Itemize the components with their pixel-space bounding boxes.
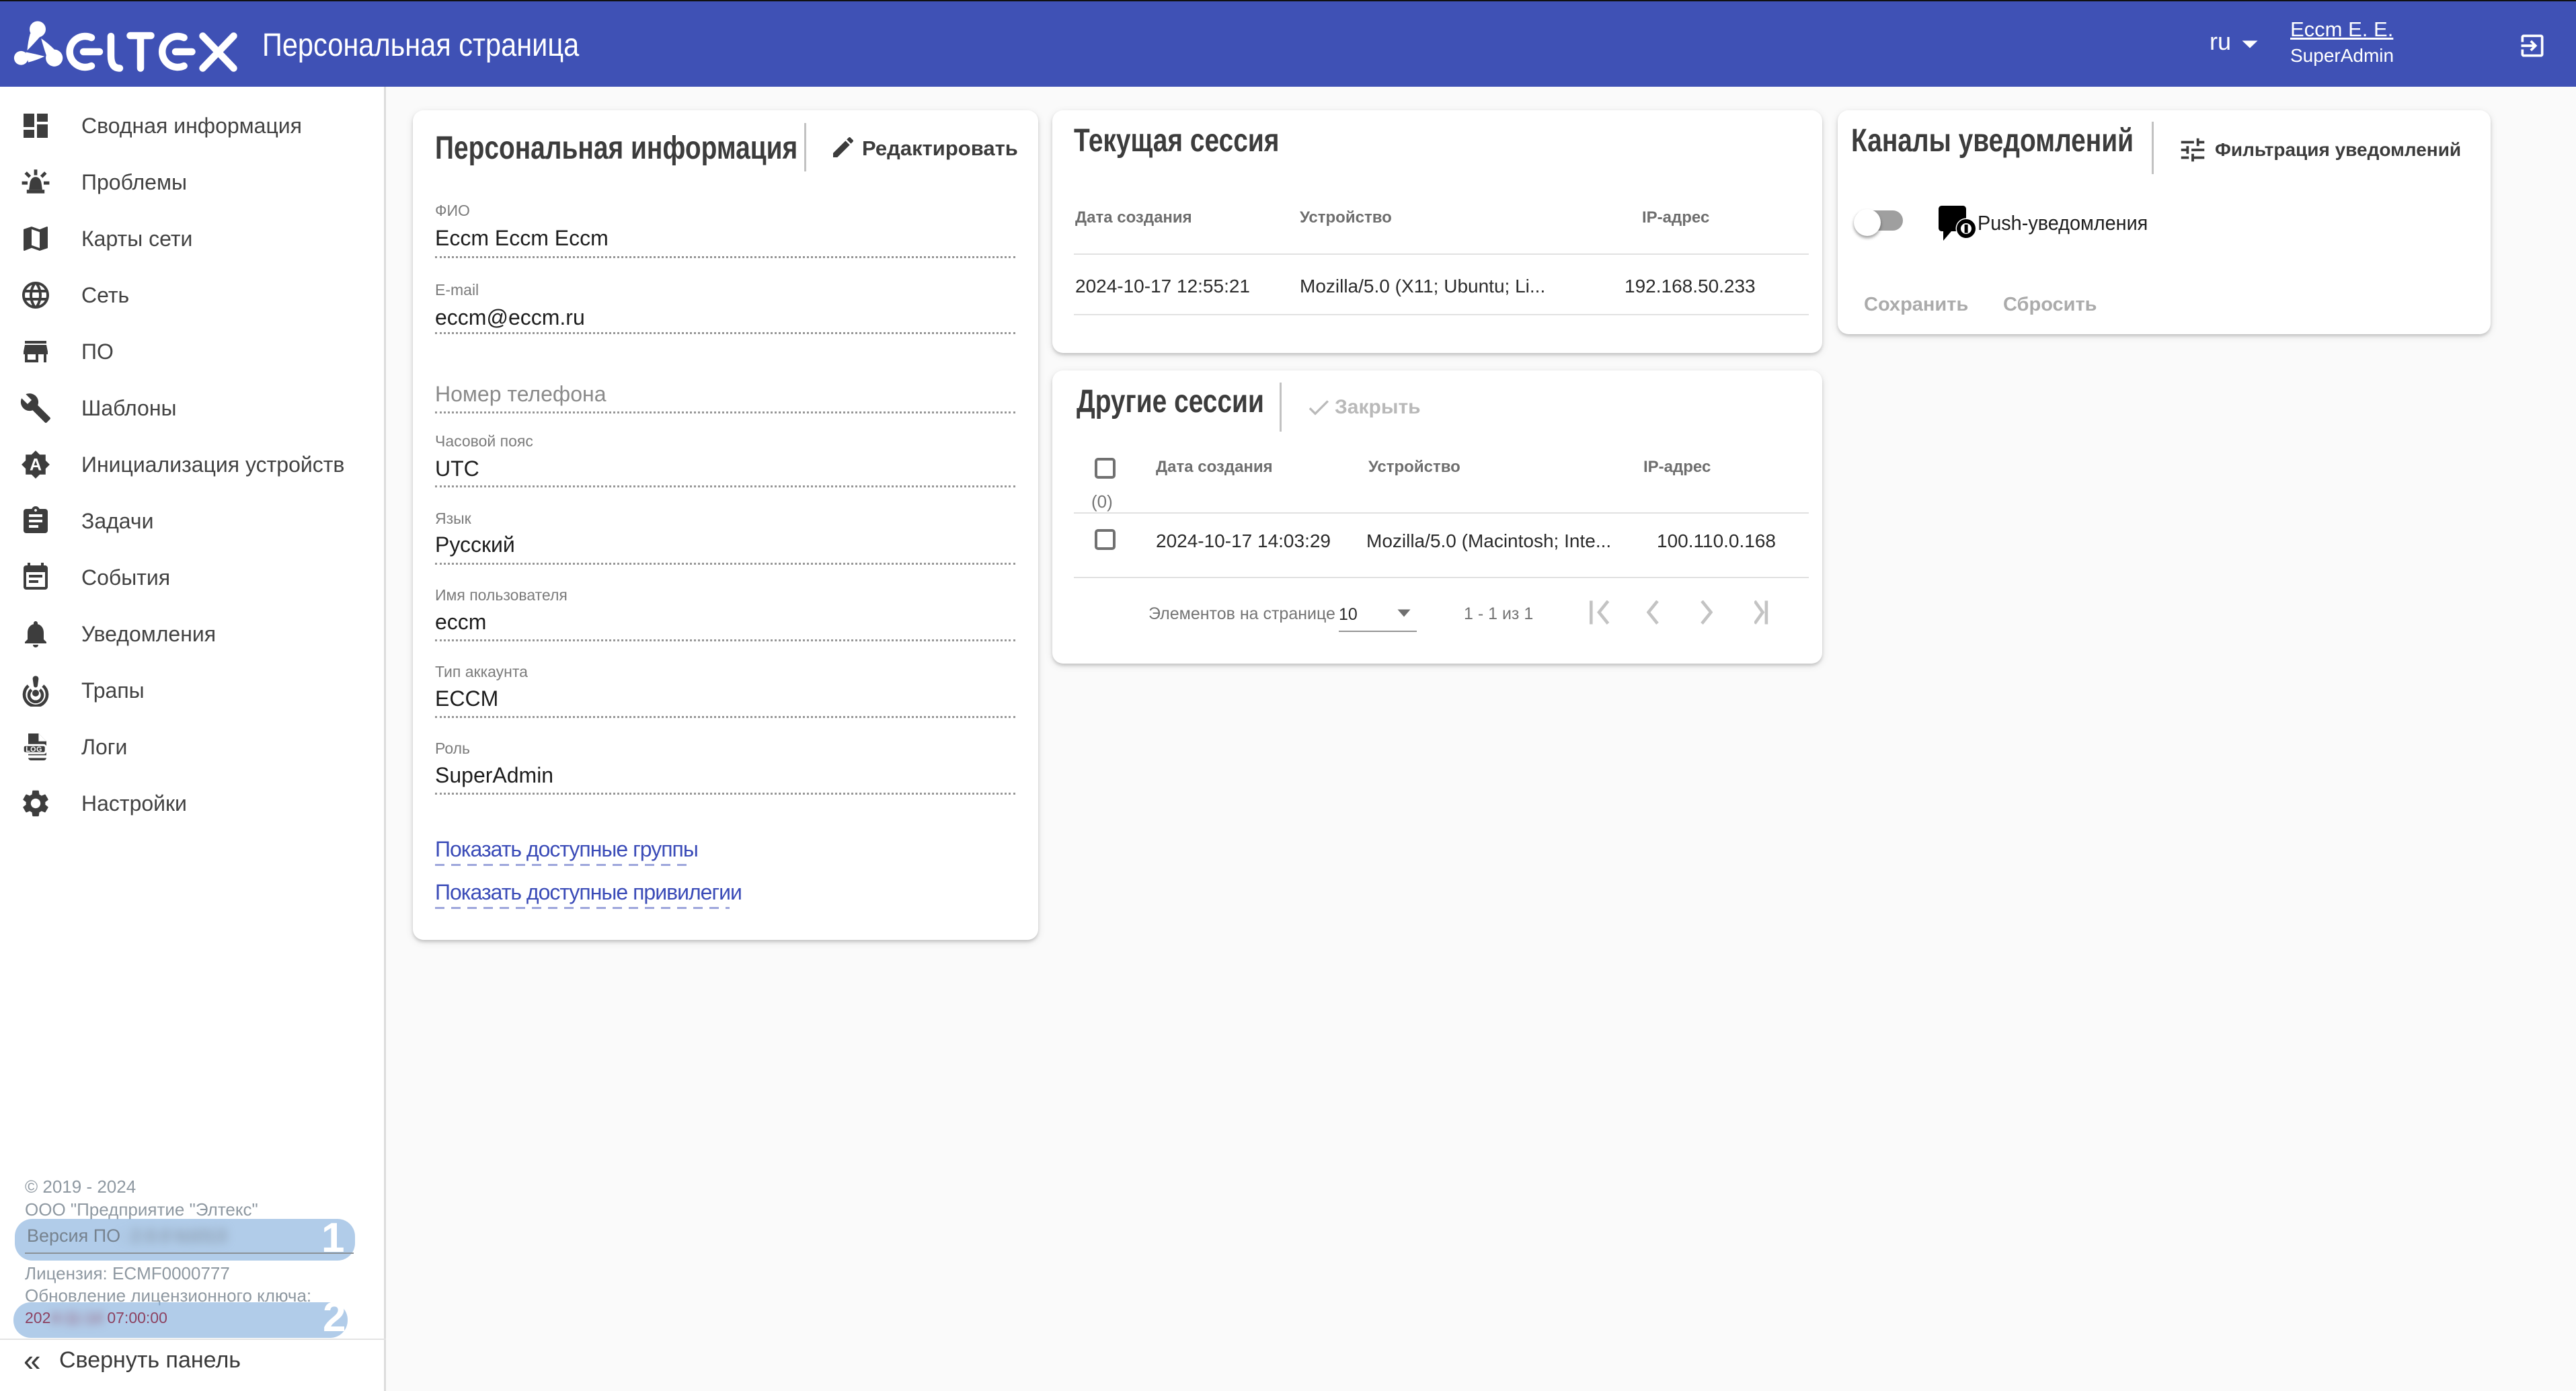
- svg-text:LOG: LOG: [26, 746, 42, 754]
- svg-text:A: A: [30, 456, 42, 475]
